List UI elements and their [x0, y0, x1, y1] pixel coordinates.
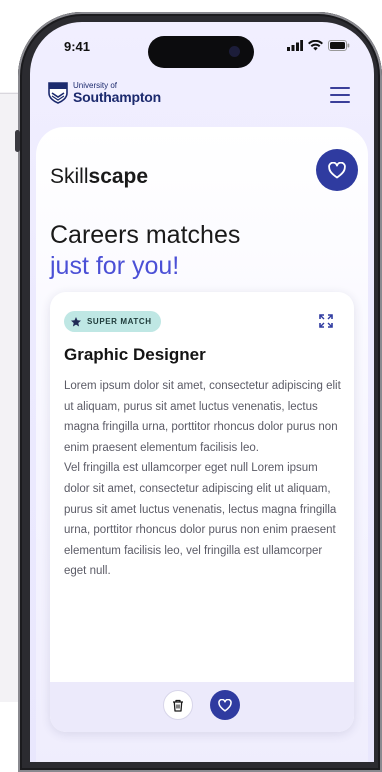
career-match-card[interactable]: SUPER MATCH Graphic Designer Lorem ipsum… [50, 292, 354, 732]
brand-bold: scape [88, 165, 149, 188]
app-brand: Skillscape [50, 165, 148, 189]
wifi-icon [308, 40, 323, 51]
job-title: Graphic Designer [64, 345, 206, 364]
university-logo[interactable]: University of Southampton [48, 82, 161, 104]
battery-icon [328, 40, 350, 51]
signal-icon [287, 40, 303, 51]
status-icons [287, 40, 350, 51]
app-header: University of Southampton [30, 74, 374, 122]
badge-label: SUPER MATCH [87, 317, 152, 326]
star-icon [71, 316, 81, 326]
brand-light: Skill [50, 165, 89, 188]
save-favorite-button[interactable] [210, 690, 240, 720]
hamburger-menu-icon[interactable] [330, 87, 350, 103]
logo-line2: Southampton [73, 89, 162, 105]
phone-side-button [15, 130, 20, 152]
heart-icon [218, 698, 232, 712]
super-match-badge: SUPER MATCH [64, 311, 161, 332]
phone-screen: 9:41 University of Southampton Skillscap… [30, 22, 374, 762]
hero-subtitle: just for you! [50, 252, 180, 280]
heart-icon [328, 161, 346, 178]
favorites-button[interactable] [316, 149, 358, 191]
camera-icon [229, 46, 240, 57]
card-actions [50, 682, 354, 732]
job-description: Lorem ipsum dolor sit amet, consectetur … [64, 380, 341, 578]
delete-button[interactable] [163, 690, 193, 720]
hero-title: Careers matches [50, 221, 241, 249]
main-content-sheet: Skillscape Careers matches just for you!… [36, 127, 368, 762]
status-bar: 9:41 [30, 22, 374, 68]
dynamic-island [148, 36, 254, 68]
status-time: 9:41 [64, 39, 91, 54]
trash-icon [173, 699, 183, 712]
shield-crest-icon [48, 82, 68, 104]
expand-icon[interactable] [318, 313, 334, 329]
